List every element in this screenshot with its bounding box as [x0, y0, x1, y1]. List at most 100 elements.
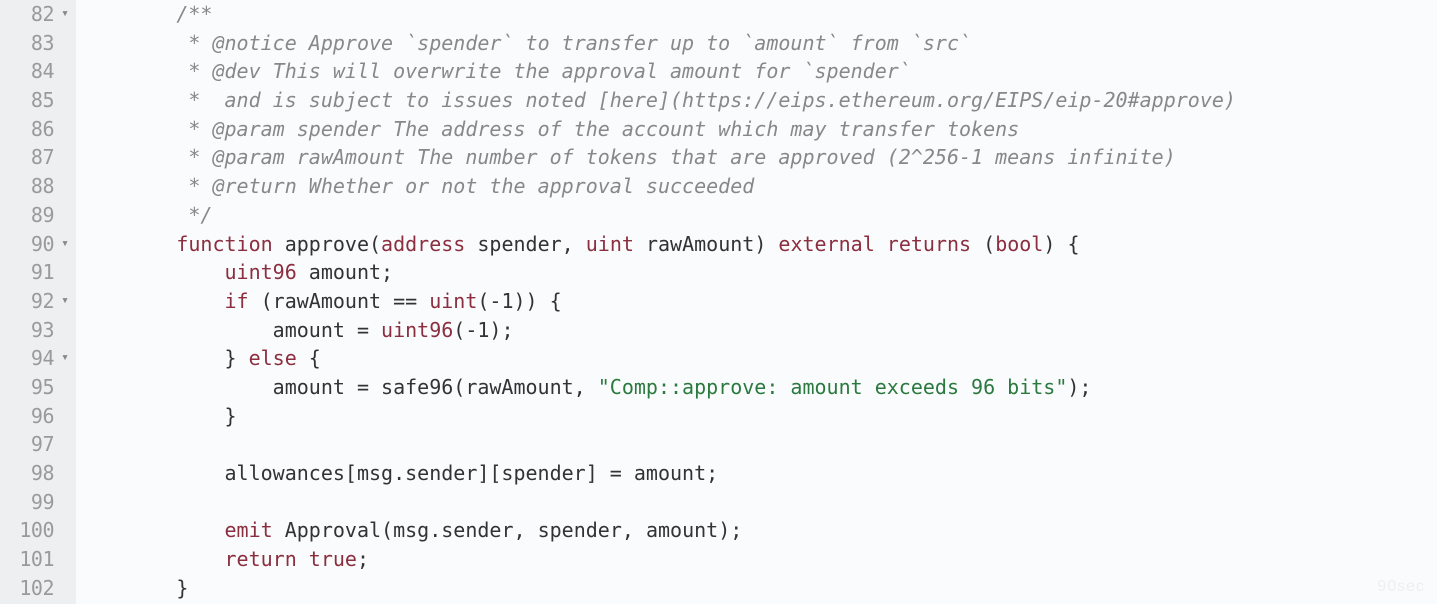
- line-number[interactable]: 85: [0, 86, 76, 115]
- line-number[interactable]: 93: [0, 316, 76, 345]
- token-keyword: if: [225, 289, 249, 313]
- line-number[interactable]: 97: [0, 430, 76, 459]
- code-line[interactable]: emit Approval(msg.sender, spender, amoun…: [80, 516, 1437, 545]
- token-plain: [80, 289, 225, 313]
- token-plain: (: [971, 232, 995, 256]
- token-plain: {: [297, 346, 321, 370]
- token-keyword: returns: [887, 232, 971, 256]
- code-line[interactable]: * @notice Approve `spender` to transfer …: [80, 29, 1437, 58]
- line-number[interactable]: 99: [0, 488, 76, 517]
- token-plain: [80, 88, 188, 112]
- line-number[interactable]: 88: [0, 172, 76, 201]
- token-plain: }: [80, 346, 249, 370]
- fold-toggle-icon[interactable]: ▾: [58, 230, 72, 259]
- code-line[interactable]: if (rawAmount == uint(-1)) {: [80, 287, 1437, 316]
- line-number[interactable]: 100: [0, 516, 76, 545]
- token-keyword: function: [176, 232, 272, 256]
- token-plain: allowances[msg.sender][spender] = amount…: [80, 461, 718, 485]
- token-plain: rawAmount): [634, 232, 779, 256]
- line-number-gutter: 82▾8384858687888990▾9192▾9394▾9596979899…: [0, 0, 76, 604]
- line-number[interactable]: 101: [0, 545, 76, 574]
- token-plain: [80, 31, 188, 55]
- token-plain: (-1);: [453, 318, 513, 342]
- token-plain: (-1)) {: [477, 289, 561, 313]
- token-plain: spender,: [465, 232, 585, 256]
- line-number[interactable]: 102: [0, 574, 76, 603]
- line-number[interactable]: 98: [0, 459, 76, 488]
- token-type: uint: [429, 289, 477, 313]
- token-plain: [297, 547, 309, 571]
- token-plain: [80, 2, 176, 26]
- token-plain: );: [1067, 375, 1091, 399]
- code-line[interactable]: */: [80, 201, 1437, 230]
- token-comment: * @param spender The address of the acco…: [188, 117, 1019, 141]
- token-builtin: true: [309, 547, 357, 571]
- code-line[interactable]: [80, 430, 1437, 459]
- token-comment: * @dev This will overwrite the approval …: [188, 59, 910, 83]
- token-plain: ;: [357, 547, 369, 571]
- token-plain: [80, 145, 188, 169]
- line-number[interactable]: 83: [0, 29, 76, 58]
- code-line[interactable]: allowances[msg.sender][spender] = amount…: [80, 459, 1437, 488]
- token-plain: amount =: [80, 318, 381, 342]
- token-plain: [80, 59, 188, 83]
- line-number[interactable]: 82▾: [0, 0, 76, 29]
- token-plain: approve(: [273, 232, 381, 256]
- code-line[interactable]: } else {: [80, 344, 1437, 373]
- code-line[interactable]: * @param rawAmount The number of tokens …: [80, 143, 1437, 172]
- line-number[interactable]: 96: [0, 402, 76, 431]
- token-type: uint96: [381, 318, 453, 342]
- code-line[interactable]: uint96 amount;: [80, 258, 1437, 287]
- token-plain: [80, 117, 188, 141]
- token-plain: amount;: [297, 260, 393, 284]
- token-keyword: emit: [225, 518, 273, 542]
- fold-toggle-icon[interactable]: ▾: [58, 287, 72, 316]
- token-comment: * @notice Approve `spender` to transfer …: [188, 31, 971, 55]
- token-comment: /**: [176, 2, 212, 26]
- code-line[interactable]: * and is subject to issues noted [here](…: [80, 86, 1437, 115]
- code-line[interactable]: }: [80, 574, 1437, 603]
- token-plain: amount = safe96(rawAmount,: [80, 375, 598, 399]
- line-number[interactable]: 84: [0, 57, 76, 86]
- line-number[interactable]: 91: [0, 258, 76, 287]
- token-keyword: return: [225, 547, 297, 571]
- line-number[interactable]: 87: [0, 143, 76, 172]
- code-line[interactable]: * @return Whether or not the approval su…: [80, 172, 1437, 201]
- token-keyword: else: [249, 346, 297, 370]
- code-line[interactable]: * @param spender The address of the acco…: [80, 115, 1437, 144]
- code-line[interactable]: /**: [80, 0, 1437, 29]
- token-keyword: external: [778, 232, 874, 256]
- code-line[interactable]: amount = safe96(rawAmount, "Comp::approv…: [80, 373, 1437, 402]
- token-comment: * @return Whether or not the approval su…: [188, 174, 754, 198]
- code-line[interactable]: amount = uint96(-1);: [80, 316, 1437, 345]
- token-plain: }: [80, 404, 237, 428]
- token-comment: * @param rawAmount The number of tokens …: [188, 145, 1175, 169]
- watermark: 90sec: [1377, 578, 1425, 596]
- fold-toggle-icon[interactable]: ▾: [58, 344, 72, 373]
- line-number[interactable]: 94▾: [0, 344, 76, 373]
- fold-toggle-icon[interactable]: ▾: [58, 0, 72, 29]
- token-plain: [80, 203, 188, 227]
- code-line[interactable]: [80, 488, 1437, 517]
- token-plain: [875, 232, 887, 256]
- token-plain: [80, 260, 225, 284]
- token-plain: }: [80, 576, 188, 600]
- code-line[interactable]: }: [80, 402, 1437, 431]
- token-type: uint: [586, 232, 634, 256]
- token-comment: */: [188, 203, 212, 227]
- token-plain: ) {: [1043, 232, 1079, 256]
- code-line[interactable]: return true;: [80, 545, 1437, 574]
- line-number[interactable]: 95: [0, 373, 76, 402]
- code-area[interactable]: /** * @notice Approve `spender` to trans…: [76, 0, 1437, 604]
- code-line[interactable]: * @dev This will overwrite the approval …: [80, 57, 1437, 86]
- line-number[interactable]: 90▾: [0, 230, 76, 259]
- token-plain: [80, 547, 225, 571]
- token-type: address: [381, 232, 465, 256]
- token-plain: [80, 232, 176, 256]
- line-number[interactable]: 86: [0, 115, 76, 144]
- code-line[interactable]: function approve(address spender, uint r…: [80, 230, 1437, 259]
- token-plain: (rawAmount ==: [249, 289, 430, 313]
- token-plain: [80, 518, 225, 542]
- line-number[interactable]: 92▾: [0, 287, 76, 316]
- line-number[interactable]: 89: [0, 201, 76, 230]
